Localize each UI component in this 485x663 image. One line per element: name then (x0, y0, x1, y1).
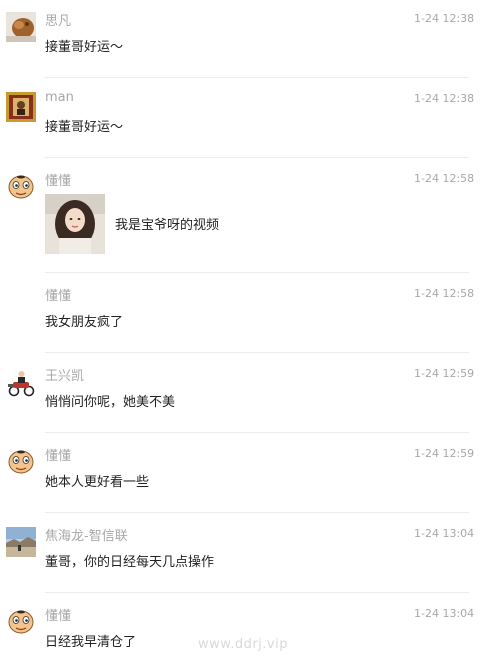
user-avatar[interactable] (6, 172, 36, 202)
video-thumbnail[interactable] (45, 194, 105, 254)
divider (45, 432, 469, 433)
commenter-name[interactable]: 懂懂 (45, 170, 71, 189)
comment-time: 1-24 12:38 (414, 92, 475, 105)
commenter-name[interactable]: 懂懂 (45, 445, 71, 464)
comment-time: 1-24 12:59 (414, 367, 475, 380)
comment-text: 悄悄问你呢，她美不美 (45, 395, 176, 410)
comment-text: 她本人更好看一些 (45, 475, 150, 490)
comment-text: 董哥，你的日经每天几点操作 (45, 555, 215, 570)
user-avatar[interactable] (6, 447, 36, 477)
divider (45, 157, 469, 158)
comment-time: 1-24 12:38 (414, 12, 475, 25)
divider (45, 272, 469, 273)
comment-time: 1-24 13:04 (414, 607, 475, 620)
comment-time: 1-24 12:58 (414, 172, 475, 185)
divider (45, 512, 469, 513)
comment-time: 1-24 12:59 (414, 447, 475, 460)
comment-time: 1-24 13:04 (414, 527, 475, 540)
comment-text: 接董哥好运～ (45, 120, 124, 135)
user-avatar[interactable] (6, 527, 36, 557)
user-avatar[interactable] (6, 607, 36, 637)
user-avatar[interactable] (6, 92, 36, 122)
divider (45, 352, 469, 353)
divider (45, 77, 469, 78)
commenter-name[interactable]: 懂懂 (45, 605, 71, 624)
commenter-name[interactable]: man (45, 90, 74, 105)
commenter-name[interactable]: 思凡 (45, 10, 71, 29)
commenter-name[interactable]: 王兴凯 (45, 365, 84, 384)
commenter-name[interactable]: 懂懂 (45, 285, 71, 304)
commenter-name[interactable]: 焦海龙-智信联 (45, 525, 128, 544)
comment-text: 我女朋友疯了 (45, 315, 124, 330)
user-avatar[interactable] (6, 367, 36, 397)
user-avatar[interactable] (6, 12, 36, 42)
video-title-link[interactable]: 我是宝爷呀的视频 (115, 214, 219, 233)
comment-text: 接董哥好运～ (45, 40, 124, 55)
watermark: www.ddrj.vip (198, 637, 288, 652)
divider (45, 592, 469, 593)
comment-time: 1-24 12:58 (414, 287, 475, 300)
comment-text: 日经我早清仓了 (45, 635, 137, 650)
